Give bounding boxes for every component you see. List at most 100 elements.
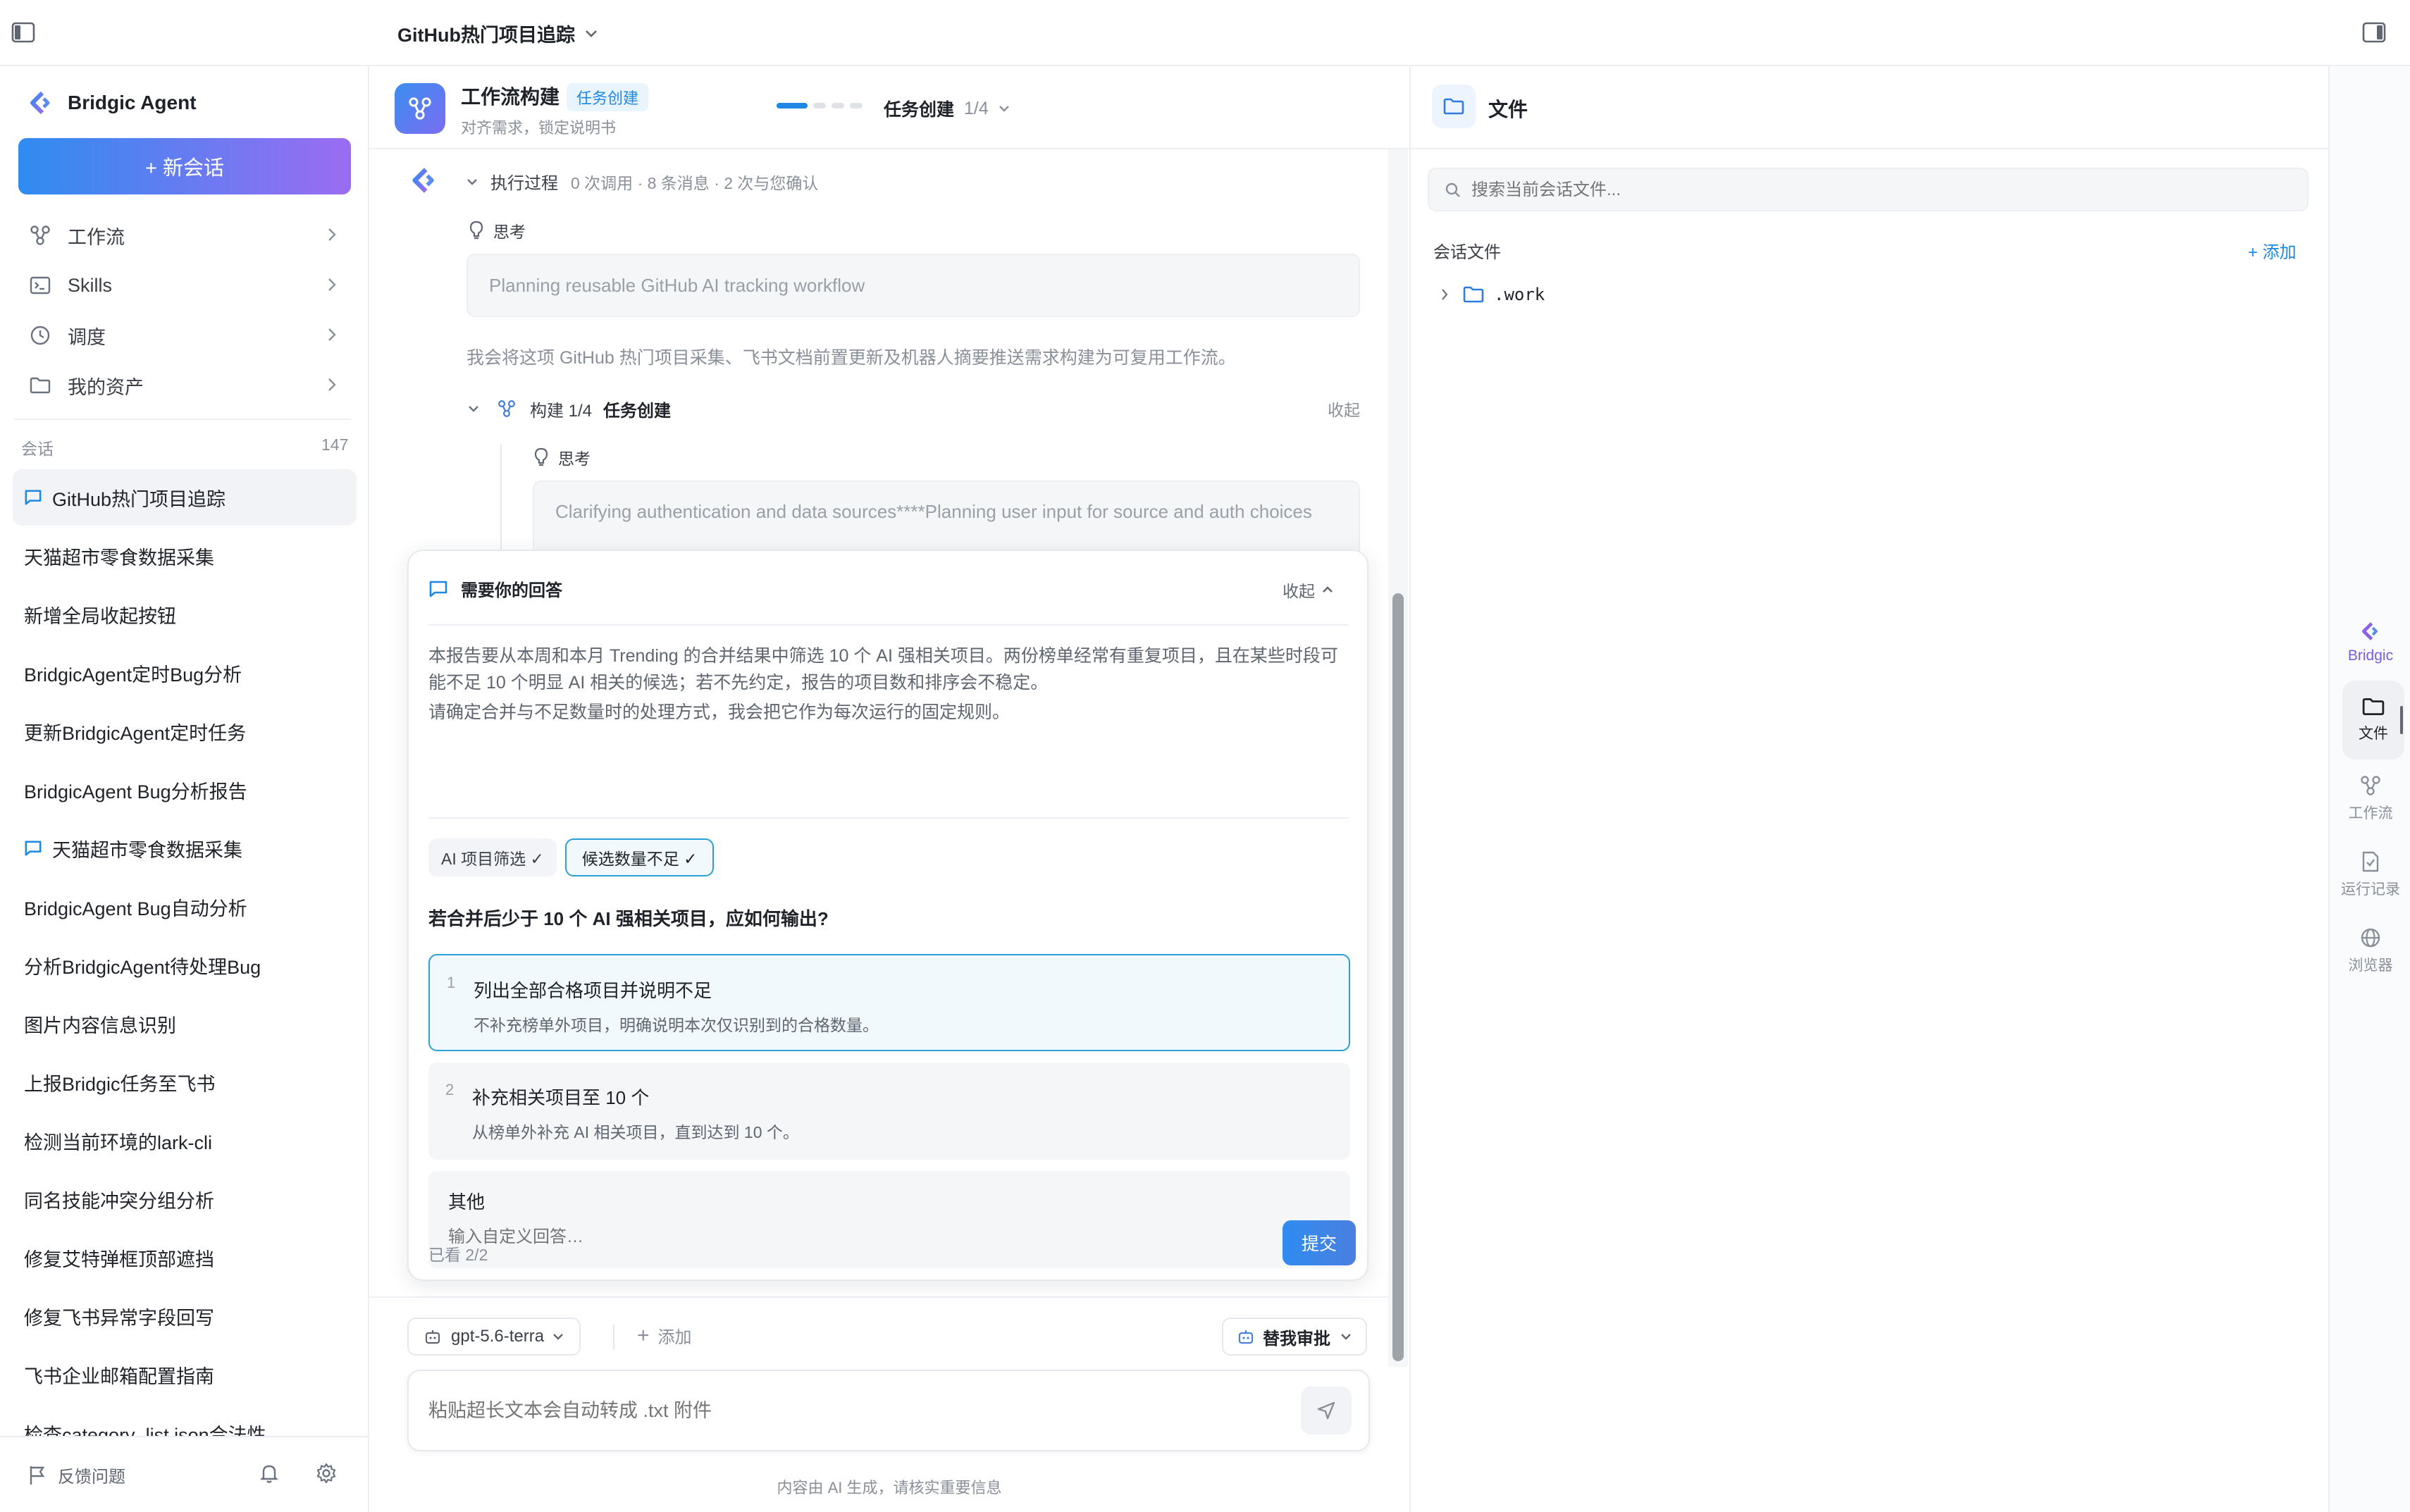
conversation-title: 分析BridgicAgent待处理Bug: [24, 956, 261, 978]
conversation-item[interactable]: GitHub热门项目追踪: [13, 469, 357, 526]
workflow-badge-icon: [395, 83, 445, 134]
chevron-up-icon: [1322, 586, 1333, 593]
session-files-heading: 会话文件: [1433, 243, 1501, 262]
bell-icon[interactable]: [259, 1463, 279, 1484]
conversation-title: 飞书企业邮箱配置指南: [24, 1365, 214, 1387]
folder-icon: [2362, 697, 2385, 717]
file-search-input[interactable]: [1471, 176, 2289, 204]
conversation-title: 天猫超市零食数据采集: [24, 547, 214, 569]
conversation-item[interactable]: 同名技能冲突分组分析: [13, 1171, 357, 1227]
conversation-item[interactable]: 天猫超市零食数据采集: [13, 820, 357, 876]
collapse-label: 收起: [1283, 582, 1315, 600]
conversation-item[interactable]: 修复艾特弹框顶部遮挡: [13, 1229, 357, 1286]
step-dropdown[interactable]: 任务创建 1/4: [884, 96, 1010, 121]
conversation-item[interactable]: 新增全局收起按钮: [13, 586, 357, 643]
step-progress: [777, 103, 863, 109]
flag-icon: [28, 1465, 47, 1486]
sub-thinking-box: Clarifying authentication and data sourc…: [533, 481, 1360, 558]
toggle-right-panel-icon[interactable]: [2362, 21, 2386, 44]
conversation-list: GitHub热门项目追踪 天猫超市零食数据采集 新增全局收起按钮 BridgicAge…: [0, 66, 368, 1436]
chevron-down-icon: [585, 30, 598, 38]
process-toggle[interactable]: 执行过程 0 次调用 · 8 条消息 · 2 次与您确认: [466, 169, 818, 194]
option-2[interactable]: 2 补充相关项目至 10 个 从榜单外补充 AI 相关项目，直到达到 10 个。: [428, 1062, 1350, 1160]
toggle-sidebar-icon[interactable]: [11, 21, 35, 44]
tab-insufficient-candidates[interactable]: 候选数量不足 ✓: [564, 838, 715, 876]
submit-button[interactable]: 提交: [1283, 1220, 1356, 1265]
conversation-title: 修复艾特弹框顶部遮挡: [24, 1248, 214, 1270]
question-card-header: 需要你的回答: [428, 576, 562, 601]
conversation-title-dropdown[interactable]: GitHub热门项目追踪: [397, 20, 598, 47]
settings-gear-icon[interactable]: [316, 1463, 337, 1484]
process-label: 执行过程: [490, 174, 558, 193]
option-number: 2: [445, 1081, 455, 1098]
question-intro: 本报告要从本周和本月 Trending 的合并结果中筛选 10 个 AI 强相关…: [428, 643, 1349, 726]
conversation-title: BridgicAgent定时Bug分析: [24, 664, 242, 686]
feedback-button[interactable]: 反馈问题: [28, 1463, 125, 1487]
option-description: 不补充榜单外项目，明确说明本次仅识别到的合格数量。: [474, 1016, 879, 1034]
conversation-item[interactable]: 修复飞书异常字段回写: [13, 1288, 357, 1344]
add-attachment-button[interactable]: + 添加: [637, 1323, 692, 1348]
rail-item-workflow[interactable]: 工作流: [2334, 764, 2407, 834]
conversation-item[interactable]: 检测当前环境的lark-cli: [13, 1113, 357, 1169]
option-other-label: 其他: [448, 1191, 486, 1213]
conversation-item[interactable]: 检查category_list.json合法性: [13, 1405, 357, 1437]
rail-item-browser[interactable]: 浏览器: [2334, 916, 2407, 986]
option-number: 1: [447, 974, 456, 991]
rail-label: Bridgic: [2347, 647, 2394, 664]
rail-item-run-history[interactable]: 运行记录: [2334, 840, 2407, 910]
globe-icon: [2360, 927, 2381, 948]
bridgic-logo-icon: [2359, 621, 2382, 642]
custom-answer-input[interactable]: [448, 1222, 1322, 1253]
top-bar: GitHub热门项目追踪: [0, 0, 2410, 66]
progress-segment-active: [777, 103, 808, 109]
divider: [428, 817, 1349, 819]
scrollbar-track[interactable]: [1388, 149, 1408, 1367]
rail-label: 运行记录: [2341, 881, 2400, 898]
option-1[interactable]: 1 列出全部合格项目并说明不足 不补充榜单外项目，明确说明本次仅识别到的合格数量…: [428, 954, 1350, 1051]
file-tree-item[interactable]: .work: [1440, 285, 1545, 304]
conversation-item[interactable]: BridgicAgent定时Bug分析: [13, 645, 357, 701]
stage-badge: 任务创建: [567, 83, 649, 111]
conversation-item[interactable]: 飞书企业邮箱配置指南: [13, 1346, 357, 1403]
chat-bubble-icon: [24, 840, 42, 857]
send-button[interactable]: [1301, 1387, 1352, 1434]
file-search: [1428, 168, 2309, 211]
thinking-header: 思考: [469, 218, 526, 242]
conversation-title: 上报Bridgic任务至飞书: [24, 1073, 216, 1095]
tab-ai-filter[interactable]: AI 项目筛选 ✓: [428, 838, 557, 876]
approval-mode-selector[interactable]: 替我审批: [1222, 1318, 1367, 1356]
rail-item-bridgic[interactable]: Bridgic: [2334, 607, 2407, 678]
files-header: 文件: [1411, 66, 2328, 149]
rail-item-files[interactable]: 文件: [2342, 681, 2404, 760]
rail-active-indicator: [2400, 706, 2403, 734]
conversation-title: 图片内容信息识别: [24, 1015, 176, 1036]
model-selector[interactable]: gpt-5.6-terra: [407, 1318, 581, 1356]
lightbulb-icon: [534, 447, 548, 467]
conversation-item[interactable]: 上报Bridgic任务至飞书: [13, 1054, 357, 1110]
sidebar: Bridgic Agent + 新会话 工作流 Skills 调度 我的资产 会…: [0, 66, 369, 1512]
message-input[interactable]: [428, 1395, 1260, 1426]
process-meta: 0 次调用 · 8 条消息 · 2 次与您确认: [571, 173, 819, 192]
conversation-item[interactable]: 更新BridgicAgent定时任务: [13, 703, 357, 760]
build-label: 构建 1/4: [530, 401, 593, 421]
build-collapse-button[interactable]: 收起: [1328, 397, 1360, 421]
question-collapse-button[interactable]: 收起: [1283, 578, 1333, 602]
conversation-item[interactable]: 天猫超市零食数据采集: [13, 528, 357, 584]
message-composer: [407, 1370, 1370, 1451]
conversation-item[interactable]: BridgicAgent Bug分析报告: [13, 762, 357, 818]
build-step-row[interactable]: 构建 1/4 任务创建 收起: [468, 395, 1360, 423]
conversation-item[interactable]: 图片内容信息识别: [13, 996, 357, 1052]
add-file-button[interactable]: + 添加: [2248, 238, 2297, 263]
sub-thinking-text: Clarifying authentication and data sourc…: [555, 501, 1312, 522]
submit-label: 提交: [1301, 1234, 1337, 1254]
conversation-item[interactable]: 分析BridgicAgent待处理Bug: [13, 937, 357, 993]
rail-label: 文件: [2359, 726, 2388, 742]
scrollbar-thumb[interactable]: [1392, 593, 1404, 1361]
workflow-icon: [2360, 775, 2381, 796]
conversation-item[interactable]: BridgicAgent Bug自动分析: [13, 879, 357, 935]
option-other[interactable]: 其他: [428, 1171, 1350, 1268]
assistant-message: 我会将这项 GitHub 热门项目采集、飞书文档前置更新及机器人摘要推送需求构建…: [466, 348, 1236, 368]
thinking-label: 思考: [558, 450, 591, 468]
chevron-down-icon: [466, 178, 478, 185]
chevron-down-icon: [468, 405, 479, 412]
